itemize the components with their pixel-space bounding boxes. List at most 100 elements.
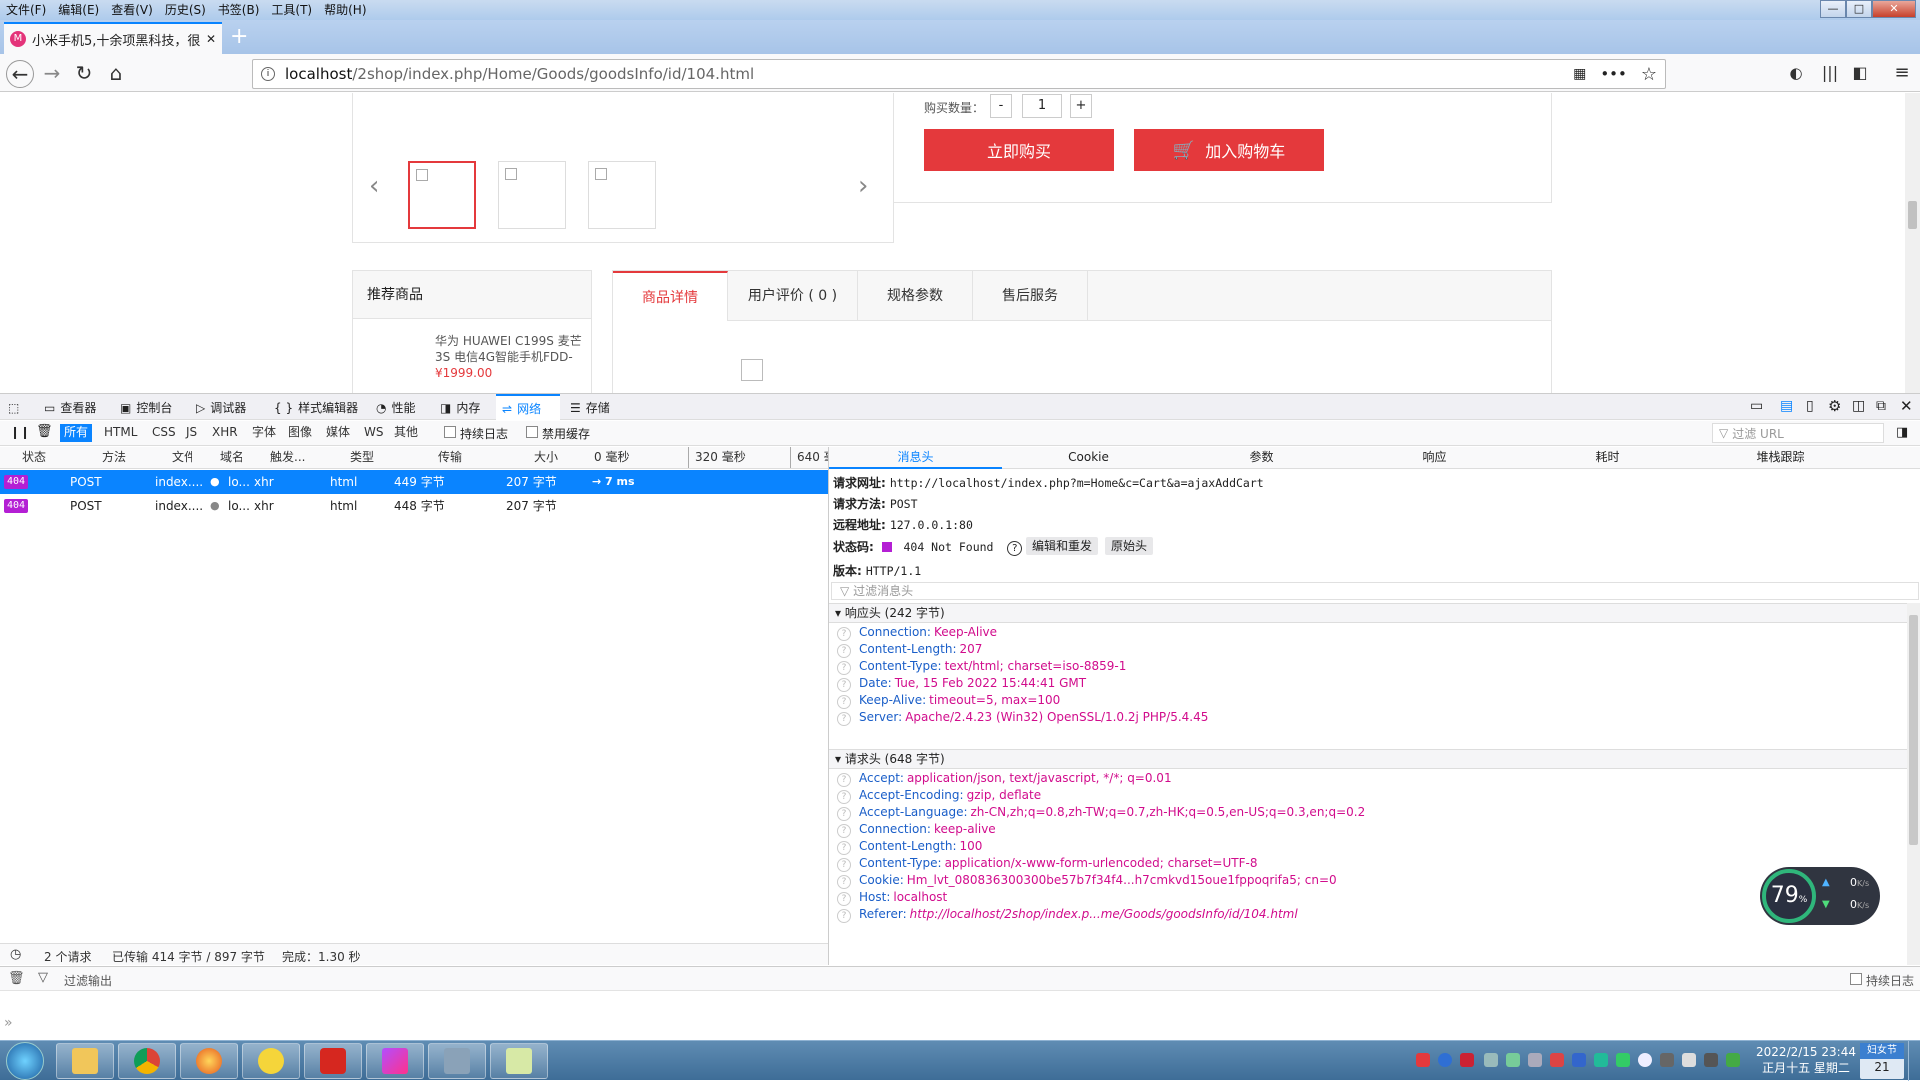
- close-window-button[interactable]: ✕: [1872, 0, 1916, 18]
- reload-icon[interactable]: ↻: [70, 60, 98, 88]
- table-row[interactable]: 404 POST index.... ● lo... xhr html 448 …: [0, 494, 828, 518]
- col-transferred[interactable]: 传输: [438, 447, 462, 468]
- header-help-icon[interactable]: ?: [837, 807, 851, 821]
- tab-performance[interactable]: ◔ 性能: [370, 394, 416, 421]
- split-console-icon[interactable]: ▤: [1780, 398, 1793, 414]
- header-row[interactable]: ? Accept-Language: zh-CN,zh;q=0.8,zh-TW;q=…: [837, 805, 1365, 821]
- sogou-tray-icon[interactable]: [1416, 1053, 1430, 1067]
- qq-tray-icon[interactable]: [1638, 1053, 1652, 1067]
- console-filter-funnel-icon[interactable]: ▽: [38, 970, 48, 985]
- page-scrollbar[interactable]: [1905, 93, 1920, 393]
- usb-tray-icon[interactable]: [1484, 1053, 1498, 1067]
- hamburger-menu-icon[interactable]: ≡: [1888, 60, 1916, 88]
- header-help-icon[interactable]: ?: [837, 712, 851, 726]
- tab-cookies[interactable]: Cookie: [1002, 447, 1175, 469]
- filter-all[interactable]: 所有: [60, 424, 93, 442]
- taskbar-app-yellow[interactable]: [242, 1043, 300, 1079]
- filter-url-input[interactable]: ▽ 过滤 URL: [1712, 423, 1884, 443]
- filter-xhr[interactable]: XHR: [208, 424, 242, 442]
- menu-view[interactable]: 查看(V): [105, 0, 159, 18]
- menu-history[interactable]: 历史(S): [159, 0, 212, 18]
- header-help-icon[interactable]: ?: [837, 824, 851, 838]
- col-waterfall-0[interactable]: 0 毫秒: [594, 447, 629, 468]
- header-help-icon[interactable]: ?: [837, 892, 851, 906]
- header-row[interactable]: ? Content-Type: text/html; charset=iso-885…: [837, 659, 1126, 675]
- gallery-next-arrow-icon[interactable]: ›: [858, 171, 868, 201]
- gallery-thumb[interactable]: [408, 161, 476, 229]
- forward-arrow-icon[interactable]: →: [38, 60, 66, 88]
- filter-fonts[interactable]: 字体: [248, 424, 280, 442]
- minimize-button[interactable]: —: [1820, 0, 1846, 18]
- menu-bookmarks[interactable]: 书签(B): [212, 0, 266, 18]
- taskbar-wps[interactable]: [304, 1043, 362, 1079]
- header-row[interactable]: ? Content-Type: application/x-www-form-url…: [837, 856, 1257, 872]
- header-help-icon[interactable]: ?: [837, 909, 851, 923]
- tab-memory[interactable]: ◨ 内存: [434, 394, 480, 421]
- col-status[interactable]: 状态: [22, 447, 46, 468]
- table-row[interactable]: 404 POST index.... ● lo... xhr html 449 …: [0, 470, 828, 494]
- dock-side-icon[interactable]: ◫: [1852, 398, 1865, 414]
- bookmark-star-icon[interactable]: ☆: [1641, 64, 1657, 85]
- taskbar-notepad[interactable]: [490, 1043, 548, 1079]
- detail-scrollbar-thumb[interactable]: [1909, 615, 1918, 845]
- tab-product-detail[interactable]: 商品详情: [613, 271, 728, 321]
- qrcode-icon[interactable]: ▦: [1573, 66, 1586, 82]
- pick-element-icon[interactable]: ⬚: [2, 394, 28, 421]
- header-help-icon[interactable]: ?: [837, 790, 851, 804]
- filter-headers-input[interactable]: ▽ 过滤消息头: [831, 582, 1919, 600]
- tab-active[interactable]: M 小米手机5,十余项黑科技，很轻 ✕: [4, 22, 222, 54]
- qty-input[interactable]: 1: [1022, 94, 1062, 118]
- filter-html[interactable]: HTML: [100, 424, 141, 442]
- header-help-icon[interactable]: ?: [837, 644, 851, 658]
- app-tray-icon[interactable]: [1460, 1053, 1474, 1067]
- network-speed-widget[interactable]: 79% ▲ 0K/s ▼ 0K/s: [1760, 867, 1880, 925]
- response-headers-section[interactable]: ▾ 响应头 (242 字节): [829, 603, 1907, 623]
- header-row[interactable]: ? Content-Length: 100: [837, 839, 982, 855]
- maximize-button[interactable]: □: [1846, 0, 1872, 18]
- menu-help[interactable]: 帮助(H): [318, 0, 372, 18]
- header-row[interactable]: ? Keep-Alive: timeout=5, max=100: [837, 693, 1060, 709]
- tab-response[interactable]: 响应: [1348, 447, 1521, 469]
- header-row[interactable]: ? Server: Apache/2.4.23 (Win32) OpenSSL/1.…: [837, 710, 1208, 726]
- gallery-thumb[interactable]: [498, 161, 566, 229]
- new-tab-button[interactable]: +: [230, 24, 248, 49]
- app2-tray-icon[interactable]: [1550, 1053, 1564, 1067]
- header-row[interactable]: ? Cookie: Hm_lvt_080836300300be57b7f34f4..…: [837, 873, 1337, 889]
- header-help-icon[interactable]: ?: [837, 875, 851, 889]
- pause-icon[interactable]: ❙❙: [10, 425, 30, 439]
- tab-stack-trace[interactable]: 堆栈跟踪: [1694, 447, 1867, 469]
- qty-plus-button[interactable]: +: [1070, 94, 1092, 118]
- tab-inspector[interactable]: ▭ 查看器: [38, 394, 96, 421]
- header-help-icon[interactable]: ?: [837, 773, 851, 787]
- gallery-prev-arrow-icon[interactable]: ‹: [369, 171, 379, 201]
- tab-network[interactable]: ⇌ 网络: [496, 394, 560, 421]
- col-size[interactable]: 大小: [534, 447, 558, 468]
- header-row[interactable]: ? Connection: keep-alive: [837, 822, 996, 838]
- undock-icon[interactable]: ⧉: [1876, 398, 1886, 414]
- disable-cache-checkbox[interactable]: [526, 426, 538, 438]
- header-help-icon[interactable]: ?: [837, 841, 851, 855]
- start-button-icon[interactable]: [6, 1042, 44, 1080]
- gallery-thumb[interactable]: [588, 161, 656, 229]
- calendar-widget[interactable]: 妇女节 21: [1860, 1043, 1904, 1079]
- filter-ws[interactable]: WS: [360, 424, 387, 442]
- url-bar[interactable]: i localhost/2shop/index.php/Home/Goods/g…: [252, 59, 1666, 89]
- filter-media[interactable]: 媒体: [322, 424, 354, 442]
- help-icon[interactable]: ?: [1007, 541, 1023, 556]
- console-input[interactable]: »: [0, 1015, 1920, 1035]
- header-row[interactable]: ? Date: Tue, 15 Feb 2022 15:44:41 GMT: [837, 676, 1086, 692]
- network-tray-icon[interactable]: [1506, 1053, 1520, 1067]
- tab-specs[interactable]: 规格参数: [858, 271, 973, 321]
- recommend-item[interactable]: 华为 HUAWEI C199S 麦芒 3S 电信4G智能手机FDD- ¥1999…: [435, 333, 582, 381]
- taskbar-app-gray[interactable]: [428, 1043, 486, 1079]
- volume-tray-icon[interactable]: [1682, 1053, 1696, 1067]
- speed-tray-icon[interactable]: [1616, 1053, 1630, 1067]
- buy-now-button[interactable]: 立即购买: [924, 129, 1114, 171]
- header-row[interactable]: ? Content-Length: 207: [837, 642, 982, 658]
- header-row[interactable]: ? Accept: application/json, text/javascrip…: [837, 771, 1172, 787]
- filter-other[interactable]: 其他: [390, 424, 422, 442]
- taskbar-chrome[interactable]: [118, 1043, 176, 1079]
- tab-user-reviews[interactable]: 用户评价 ( 0 ): [728, 271, 858, 321]
- nvidia-tray-icon[interactable]: [1726, 1053, 1740, 1067]
- col-type[interactable]: 类型: [350, 447, 374, 468]
